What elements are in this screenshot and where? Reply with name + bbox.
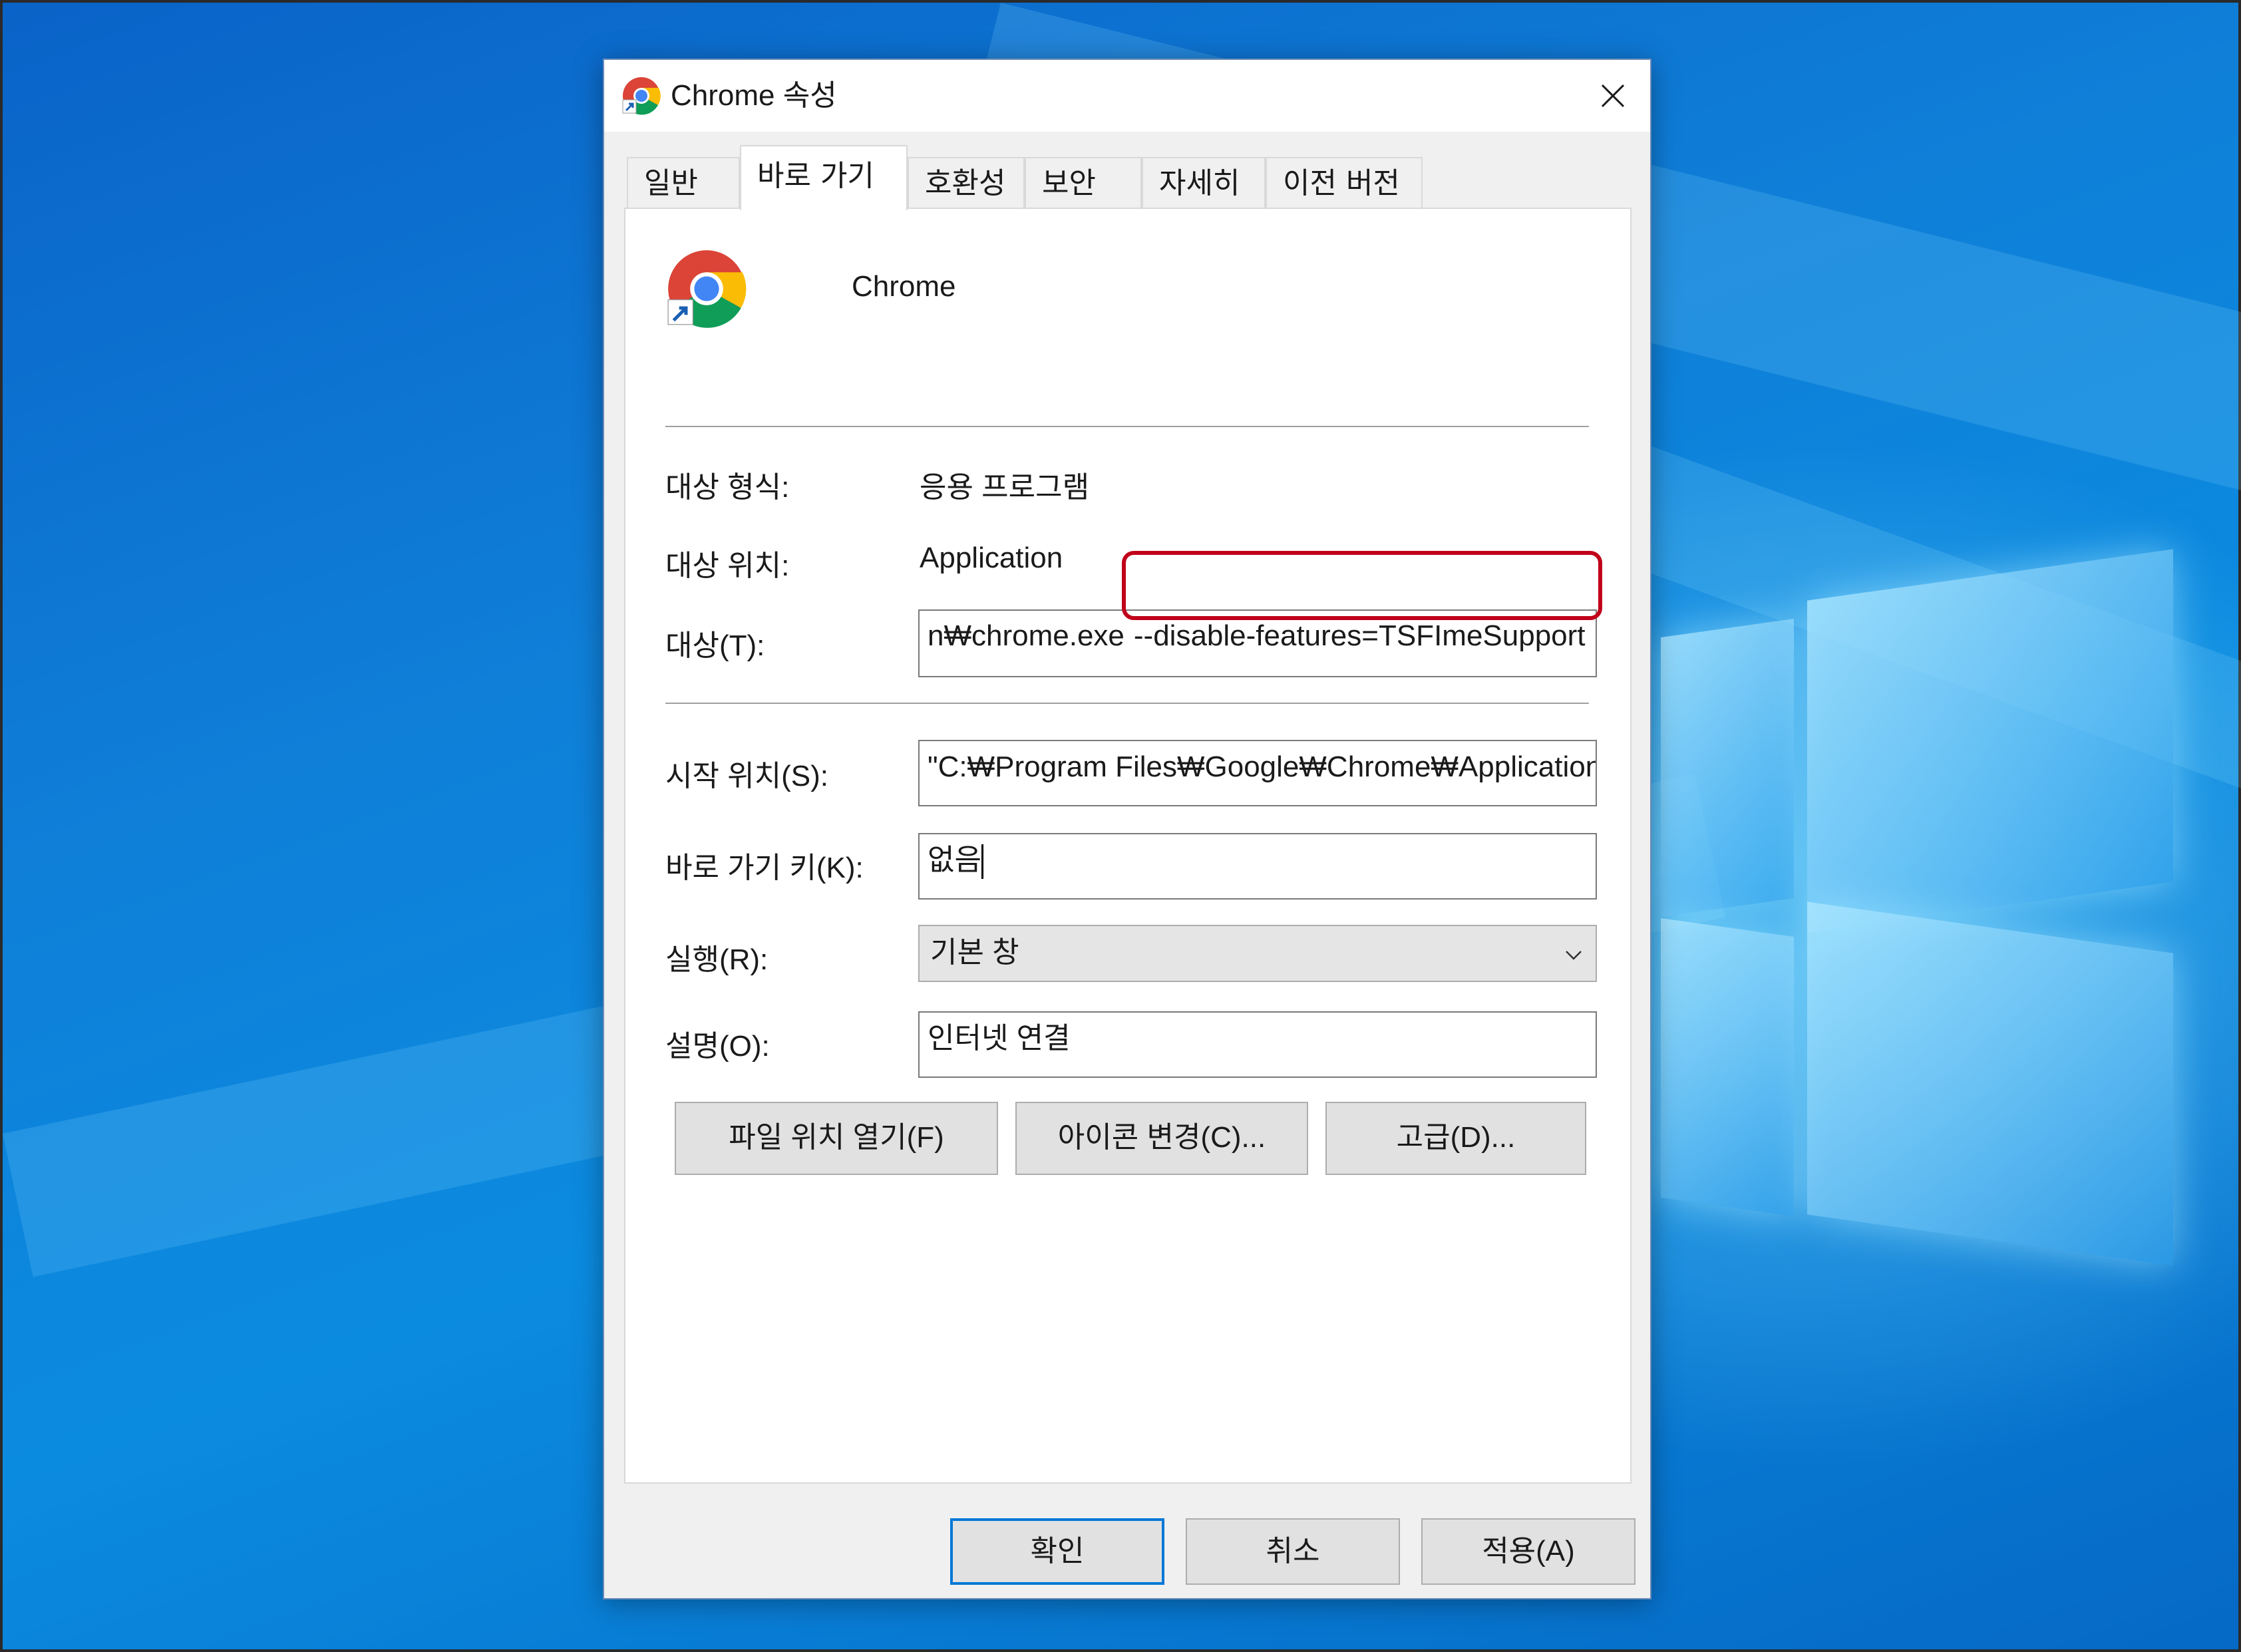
highlight-annotation [1122,551,1602,620]
title-bar[interactable]: Chrome 속성 [604,60,1650,132]
close-button[interactable] [1576,60,1650,132]
target-type-label: 대상 형식: [665,471,790,504]
chevron-down-icon [1566,951,1582,960]
target-label: 대상(T): [665,629,765,662]
tab-security[interactable]: 보안 [1025,157,1142,209]
target-value-flag: --disable-features=TSFImeSupport [1133,619,1586,652]
open-file-location-button[interactable]: 파일 위치 열기(F) [675,1102,998,1175]
comment-input[interactable]: 인터넷 연결 [918,1011,1597,1078]
chrome-icon [622,77,661,115]
hotkey-label: 바로 가기 키(K): [665,852,864,884]
text-caret [981,844,983,880]
run-value: 기본 창 [930,936,1019,969]
tab-shortcut[interactable]: 바로 가기 [740,145,908,210]
run-select[interactable]: 기본 창 [918,925,1597,982]
tab-compatibility[interactable]: 호환성 [908,157,1025,209]
target-location-value: Application [920,542,1063,574]
tab-general[interactable]: 일반 [627,157,740,209]
ok-button[interactable]: 확인 [950,1518,1164,1585]
target-location-label: 대상 위치: [665,550,790,582]
start-in-input[interactable]: "C:₩Program Files₩Google₩Chrome₩Applicat… [918,740,1597,806]
shortcut-name: Chrome [852,270,956,303]
target-value-part: n₩chrome.exe [928,619,1124,652]
change-icon-button[interactable]: 아이콘 변경(C)... [1015,1102,1308,1175]
chrome-icon [667,250,747,328]
comment-label: 설명(O): [665,1030,770,1063]
run-label: 실행(R): [665,943,769,976]
tab-previous-versions[interactable]: 이전 버전 [1266,157,1423,209]
start-in-label: 시작 위치(S): [665,760,829,792]
tab-details[interactable]: 자세히 [1142,157,1266,209]
windows-logo-pane [1807,549,2173,933]
divider [665,426,1589,427]
cancel-button[interactable]: 취소 [1186,1518,1400,1585]
advanced-button[interactable]: 고급(D)... [1325,1102,1586,1175]
windows-logo-pane [1661,917,1794,1217]
hotkey-value: 없음 [928,844,981,876]
windows-logo-pane [1661,618,1794,917]
divider [665,703,1589,704]
close-icon [1601,84,1625,108]
target-type-value: 응용 프로그램 [920,471,1090,504]
hotkey-input[interactable]: 없음 [918,833,1597,900]
apply-button[interactable]: 적용(A) [1421,1518,1636,1585]
windows-logo-pane [1807,902,2173,1266]
shortcut-tab-panel: Chrome 대상 형식: 응용 프로그램 대상 위치: Application… [624,208,1632,1484]
dialog-title: Chrome 속성 [671,79,837,112]
properties-dialog: Chrome 속성 일반 바로 가기 호환성 보안 자세히 이전 버전 Chro… [603,59,1651,1599]
